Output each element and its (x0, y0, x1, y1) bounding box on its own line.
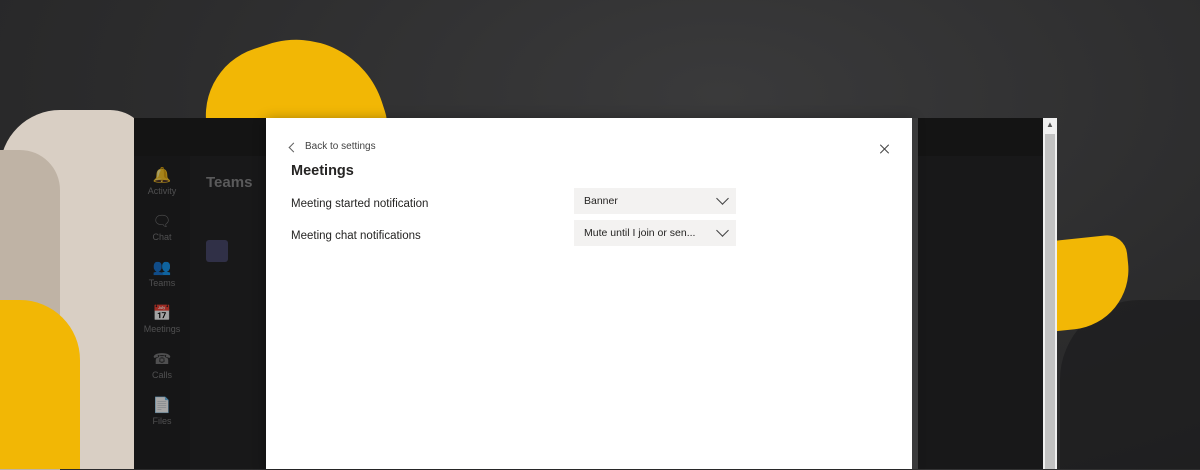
dialog-edge (912, 118, 918, 469)
chevron-down-icon (710, 220, 736, 246)
meeting-started-notification-dropdown[interactable]: Banner (574, 188, 736, 214)
wallpaper-shape (0, 300, 80, 469)
dialog-title: Meetings (291, 163, 354, 179)
back-label: Back to settings (305, 141, 376, 152)
chevron-left-icon (288, 142, 299, 152)
close-icon[interactable] (876, 140, 894, 158)
dropdown-value: Banner (584, 195, 618, 207)
scroll-up-arrow-icon[interactable]: ▲ (1043, 118, 1057, 132)
meeting-chat-notifications-label: Meeting chat notifications (291, 230, 421, 242)
page-scrollbar[interactable]: ▲ (1043, 118, 1057, 469)
dropdown-value: Mute until I join or sen... (584, 227, 696, 239)
scroll-thumb[interactable] (1045, 134, 1055, 469)
meeting-chat-notifications-dropdown[interactable]: Mute until I join or sen... (574, 220, 736, 246)
back-to-settings-link[interactable]: Back to settings (288, 141, 376, 152)
meeting-started-notification-label: Meeting started notification (291, 198, 429, 210)
settings-dialog: Back to settings Meetings Meeting starte… (266, 118, 912, 469)
chevron-down-icon (710, 188, 736, 214)
